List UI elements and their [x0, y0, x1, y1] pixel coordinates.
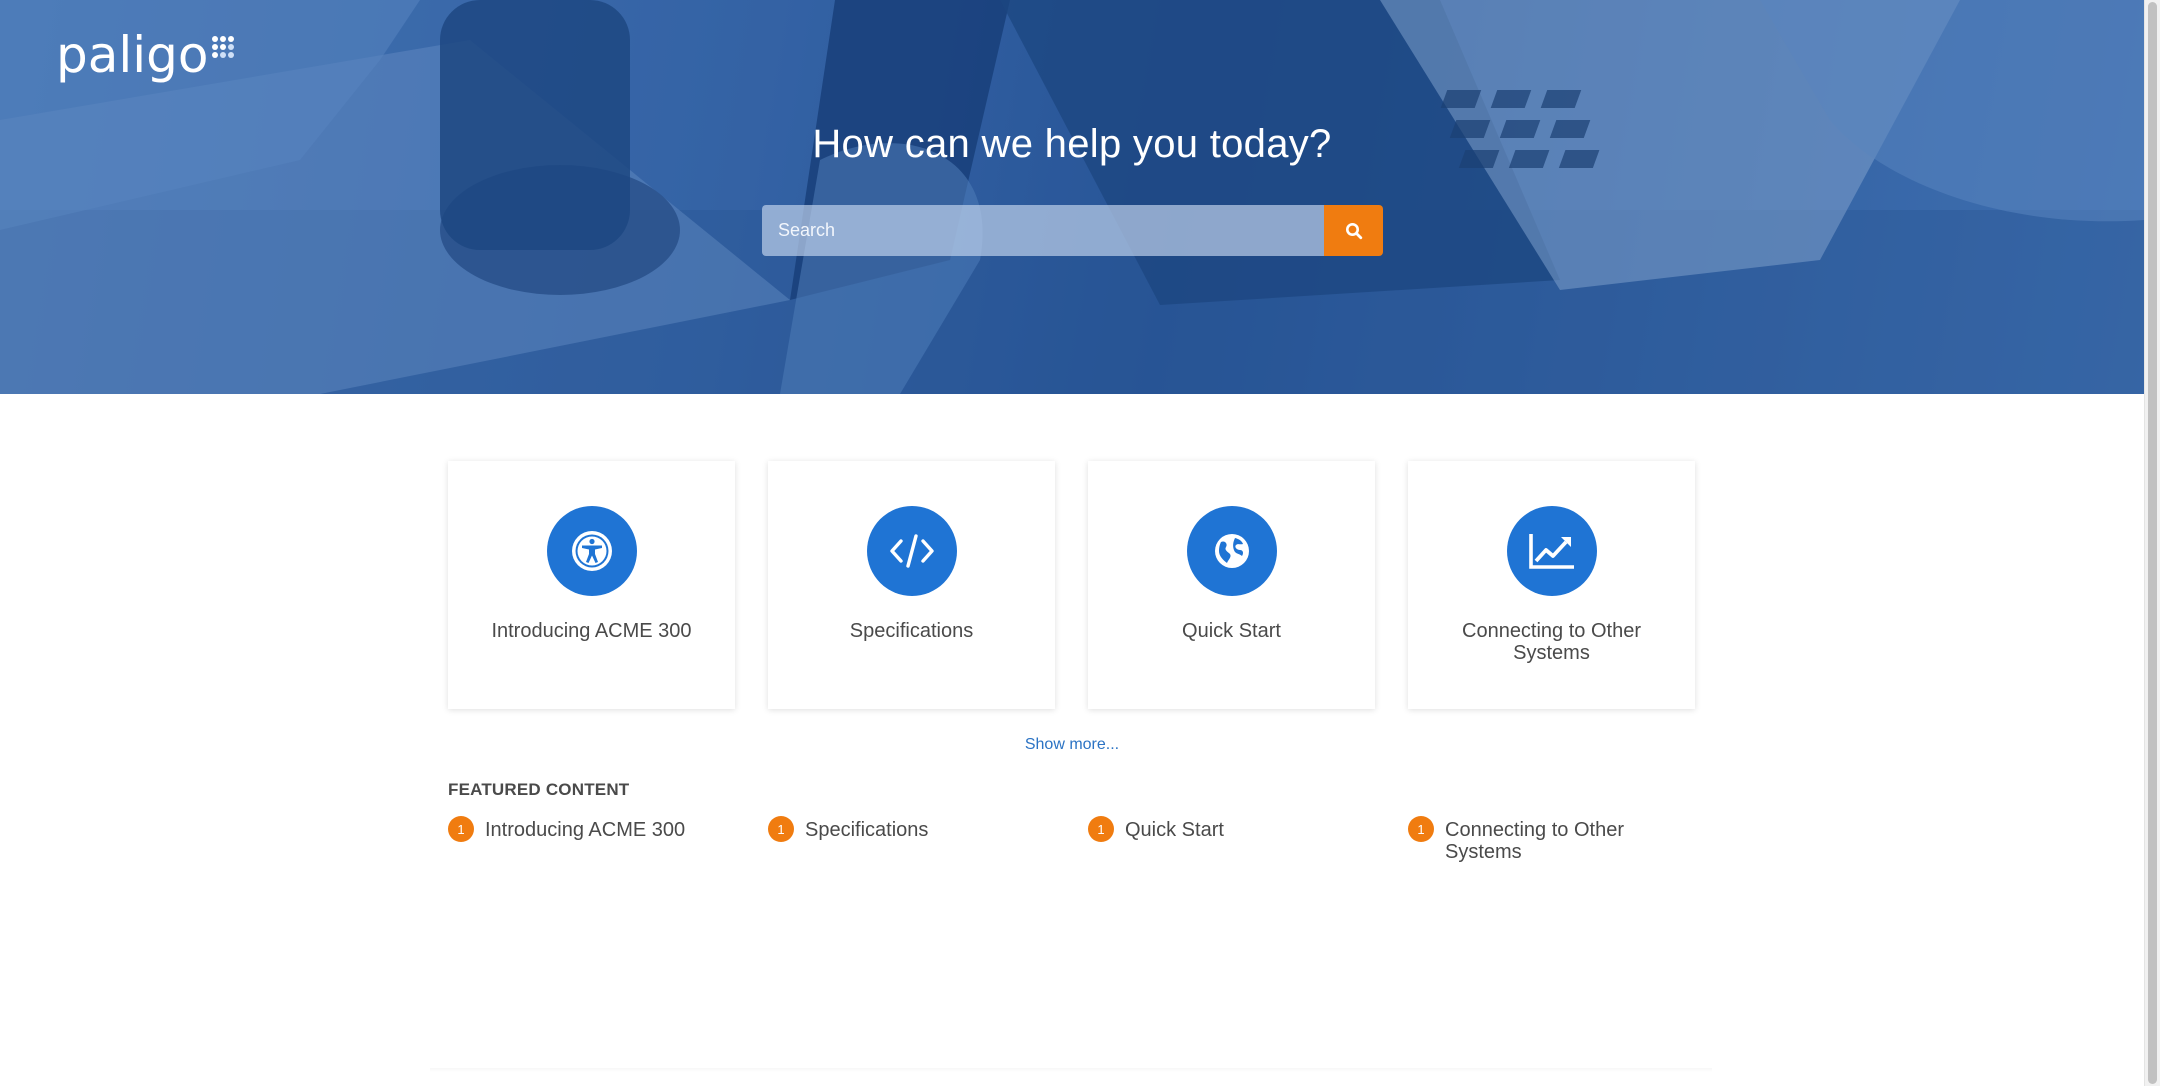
featured-label: Connecting to Other Systems: [1445, 819, 1624, 863]
card-specifications[interactable]: Specifications: [768, 461, 1055, 709]
featured-label: Specifications: [805, 819, 929, 841]
featured-badge: 1: [1408, 816, 1434, 842]
page-scrollbar-thumb[interactable]: [2148, 2, 2157, 1084]
featured-item[interactable]: 1 Introducing ACME 300: [448, 816, 735, 863]
featured-label: Quick Start: [1125, 819, 1224, 841]
card-icon-circle: [546, 506, 637, 596]
featured-content-heading: FEATURED CONTENT: [448, 780, 630, 799]
logo-dots-icon: [211, 36, 234, 58]
show-more-link[interactable]: Show more...: [0, 736, 2144, 754]
featured-item[interactable]: 1 Specifications: [768, 816, 1055, 863]
code-icon: [889, 534, 934, 568]
globe-icon: [1214, 534, 1249, 568]
line-chart-icon: [1528, 534, 1574, 569]
featured-item[interactable]: 1 Quick Start: [1088, 816, 1375, 863]
search-form: [762, 205, 1383, 256]
card-connecting-to-other-systems[interactable]: Connecting to Other Systems: [1408, 461, 1695, 709]
accessibility-icon: [571, 531, 612, 571]
hero-background-image: [0, 0, 2144, 394]
card-icon-circle: [1506, 506, 1597, 596]
footer-divider: [430, 1068, 1712, 1072]
featured-content-list: 1 Introducing ACME 300 1 Specifications …: [448, 816, 1695, 863]
featured-item[interactable]: 1 Connecting to Other Systems: [1408, 816, 1695, 863]
card-label: Connecting to Other Systems: [1462, 620, 1641, 664]
featured-badge: 1: [768, 816, 794, 842]
card-introducing-acme-300[interactable]: Introducing ACME 300: [448, 461, 735, 709]
card-label: Introducing ACME 300: [491, 620, 692, 642]
topic-cards: Introducing ACME 300 Specifications Quic…: [448, 461, 1695, 709]
featured-badge: 1: [448, 816, 474, 842]
search-icon: [1345, 222, 1362, 239]
featured-badge: 1: [1088, 816, 1114, 842]
card-quick-start[interactable]: Quick Start: [1088, 461, 1375, 709]
hero-banner: paligo How can we help you today?: [0, 0, 2144, 394]
logo-text: paligo: [56, 26, 209, 84]
paligo-logo[interactable]: paligo: [56, 30, 234, 80]
hero-title: How can we help you today?: [812, 122, 1332, 166]
search-button[interactable]: [1324, 205, 1383, 256]
card-icon-circle: [866, 506, 957, 596]
featured-label: Introducing ACME 300: [485, 819, 686, 841]
search-input[interactable]: [762, 205, 1324, 256]
card-label: Specifications: [849, 620, 974, 642]
card-label: Quick Start: [1182, 620, 1281, 642]
card-icon-circle: [1186, 506, 1277, 596]
